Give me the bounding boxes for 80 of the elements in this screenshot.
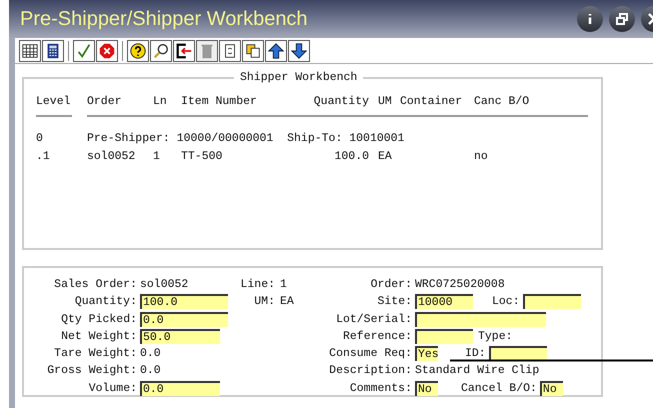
field-label: Site:: [376, 294, 413, 310]
help-icon: [129, 42, 147, 60]
input-field[interactable]: [488, 346, 547, 362]
level-cell-text: 0: [36, 130, 44, 147]
field-label: Lot/Serial:: [335, 312, 413, 328]
input-field[interactable]: [415, 312, 546, 327]
calculator-tool-button[interactable]: [42, 40, 64, 62]
search-icon: [152, 42, 170, 60]
column-header: Quantity: [312, 94, 370, 110]
field-label: Cancel B/O:: [461, 380, 538, 396]
field-value: WRC0725020008: [415, 277, 505, 293]
cancel-tool-button[interactable]: [96, 40, 118, 62]
up-tool-button[interactable]: [265, 40, 287, 62]
up-icon: [267, 42, 285, 60]
exit-icon: [175, 42, 193, 60]
window-title: Pre-Shipper/Shipper Workbench: [20, 7, 308, 32]
search-tool-button[interactable]: [150, 40, 172, 62]
column-header: Order: [87, 94, 123, 110]
field-label: Description:: [328, 363, 413, 380]
input-field[interactable]: 100.0: [140, 294, 228, 310]
copy-icon: [244, 42, 262, 60]
grid-tool-button[interactable]: [19, 40, 41, 62]
exit-tool-button[interactable]: [173, 40, 195, 62]
field-value: EA: [280, 294, 294, 310]
field-label: Consume Req:: [328, 346, 413, 362]
field-value: 1: [280, 277, 287, 293]
input-field[interactable]: [415, 328, 473, 344]
field-label: Line:: [239, 277, 275, 293]
check-tool-button[interactable]: [73, 40, 95, 62]
input-field[interactable]: 0.0: [140, 312, 228, 327]
pre-shipper-line: Pre-Shipper: 10000/00000001 Ship-To: 10010001: [87, 130, 404, 147]
field-label: Volume:: [88, 380, 138, 396]
field-label: Loc:: [492, 294, 521, 310]
cancel-icon: [98, 42, 116, 60]
field-label: Type:: [478, 328, 514, 345]
restore-button[interactable]: [609, 6, 635, 32]
help-tool-button[interactable]: [127, 40, 149, 62]
field-value: sol0052: [140, 277, 188, 293]
field-label: Tare Weight:: [53, 346, 138, 362]
field-value: 0.0: [140, 346, 161, 362]
refresh-tool-button[interactable]: [219, 40, 241, 62]
input-field[interactable]: [522, 294, 581, 310]
input-field[interactable]: 10000: [415, 294, 473, 310]
field-value: 0.0: [140, 363, 161, 380]
table-cell-text: EA: [378, 148, 393, 165]
column-header: Container: [400, 94, 464, 110]
field-label: Comments:: [348, 380, 413, 396]
grid-icon: [21, 42, 39, 60]
field-value: Standard Wire Clip: [415, 363, 540, 380]
column-header: Item Number: [181, 94, 258, 110]
copy-tool-button[interactable]: [242, 40, 264, 62]
restore-icon: [616, 12, 628, 26]
table-cell-text: 100.0: [333, 148, 370, 165]
field-label: Order:: [370, 277, 413, 293]
column-header: Level: [36, 94, 72, 110]
field-label: ID:: [465, 346, 487, 362]
info-button[interactable]: [577, 6, 603, 32]
check-icon: [75, 42, 93, 60]
level-cell-text: .1: [36, 148, 51, 165]
table-cell-text: TT-500: [181, 148, 224, 165]
field-label: Qty Picked:: [60, 312, 138, 328]
field-label: Net Weight:: [60, 328, 138, 345]
table-cell-text: sol0052: [87, 148, 136, 165]
input-field[interactable]: 50.0: [140, 328, 220, 344]
field-label: Quantity:: [74, 294, 138, 310]
field-label: UM:: [253, 294, 275, 310]
field-label: Reference:: [342, 328, 413, 345]
input-field[interactable]: No: [540, 380, 563, 396]
column-header: Canc B/O: [474, 94, 530, 110]
table-cell-text: no: [474, 148, 489, 165]
column-header: Ln: [153, 94, 168, 110]
table-cell-text: 1: [153, 148, 161, 165]
down-tool-button[interactable]: [288, 40, 310, 62]
input-field[interactable]: Yes: [415, 346, 438, 362]
down-icon: [290, 42, 308, 60]
input-field[interactable]: 0.0: [140, 380, 220, 396]
column-header: UM: [378, 94, 393, 110]
field-label: Gross Weight:: [46, 363, 138, 380]
field-label: Sales Order:: [53, 277, 138, 293]
input-field[interactable]: No: [415, 380, 438, 396]
